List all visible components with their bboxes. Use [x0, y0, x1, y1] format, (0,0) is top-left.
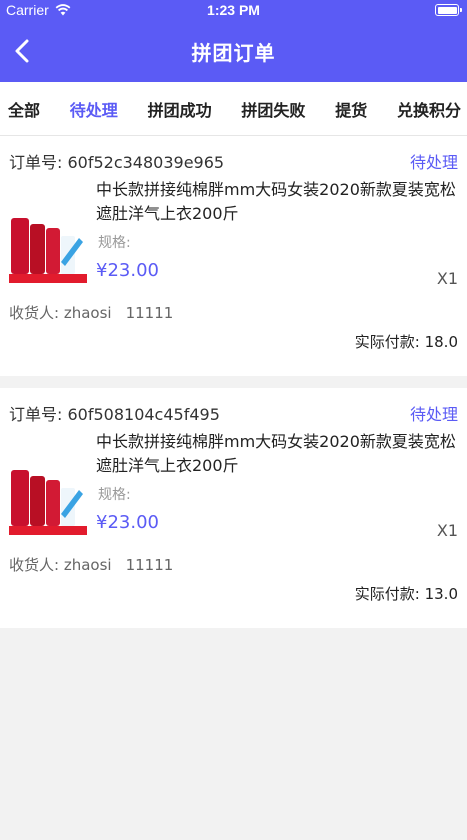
order-card[interactable]: 订单号: 60f508104c45f495 待处理 中长款拼接纯棉胖mm大码女装…: [0, 388, 467, 628]
order-status: 待处理: [409, 405, 458, 424]
product-name: 中长款拼接纯棉胖mm大码女装2020新款夏装宽松遮肚洋气上衣200斤: [96, 432, 456, 475]
nav-bar: 拼团订单: [0, 20, 467, 82]
tab-group-failed[interactable]: 拼团失败: [241, 97, 305, 121]
product-image: [9, 212, 87, 284]
tab-pending[interactable]: 待处理: [70, 97, 118, 121]
card-divider: [0, 376, 467, 388]
status-time: 1:23 PM: [207, 2, 260, 18]
tab-bar: 全部 待处理 拼团成功 拼团失败 提货 兑换积分: [0, 82, 467, 136]
tab-redeem-points[interactable]: 兑换积分: [397, 97, 461, 121]
order-status: 待处理: [409, 153, 458, 172]
product-spec: 规格:: [98, 487, 131, 503]
back-arrow-icon[interactable]: [10, 36, 36, 66]
product-quantity: X1: [436, 521, 458, 540]
product-price: ¥23.00: [96, 260, 159, 281]
tab-pickup[interactable]: 提货: [335, 97, 367, 121]
header: Carrier 1:23 PM 拼团订单: [0, 0, 467, 82]
order-card[interactable]: 订单号: 60f52c348039e965 待处理 中长款拼接纯棉胖mm大码女装…: [0, 136, 467, 376]
order-number: 订单号: 60f508104c45f495: [9, 405, 220, 424]
receiver-phone: 11111: [125, 556, 174, 574]
product-image: [9, 464, 87, 536]
product-spec: 规格:: [98, 235, 131, 251]
actual-payment: 实际付款: 13.0: [354, 585, 458, 603]
receiver-info: 收货人: zhaosi 11111: [9, 554, 458, 575]
receiver-phone: 11111: [125, 304, 174, 322]
tab-group-success[interactable]: 拼团成功: [148, 97, 212, 121]
receiver-name: 收货人: zhaosi: [9, 304, 112, 322]
battery-icon: [435, 4, 462, 16]
product-price: ¥23.00: [96, 512, 159, 533]
tab-all[interactable]: 全部: [8, 97, 40, 121]
receiver-name: 收货人: zhaosi: [9, 556, 112, 574]
product-quantity: X1: [436, 269, 458, 288]
status-bar: Carrier 1:23 PM: [0, 0, 467, 20]
receiver-info: 收货人: zhaosi 11111: [9, 302, 458, 323]
order-number: 订单号: 60f52c348039e965: [9, 153, 225, 172]
page-title: 拼团订单: [191, 40, 276, 65]
product-name: 中长款拼接纯棉胖mm大码女装2020新款夏装宽松遮肚洋气上衣200斤: [96, 180, 456, 223]
actual-payment: 实际付款: 18.0: [354, 333, 458, 351]
